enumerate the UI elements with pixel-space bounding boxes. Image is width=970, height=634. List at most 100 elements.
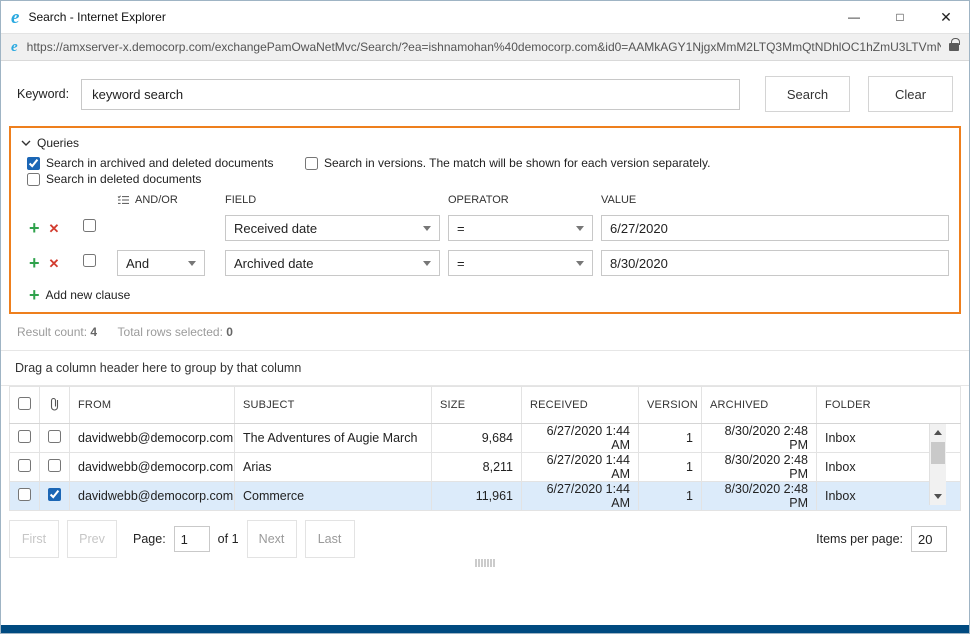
window-bottom-border	[1, 625, 969, 633]
clause-value-input[interactable]	[601, 250, 949, 276]
last-page-button[interactable]: Last	[305, 520, 355, 558]
operator-dropdown[interactable]: =	[448, 250, 593, 276]
items-per-page-label: Items per page:	[816, 532, 903, 546]
next-page-button[interactable]: Next	[247, 520, 297, 558]
column-header-folder[interactable]: FOLDER	[817, 387, 961, 424]
select-all-checkbox[interactable]	[18, 397, 31, 410]
page-icon: e	[11, 40, 18, 55]
minimize-button[interactable]: —	[831, 1, 877, 33]
rows-selected-label: Total rows selected:	[118, 325, 223, 339]
option-archived-deleted[interactable]: Search in archived and deleted documents	[27, 156, 305, 170]
keyword-search-row: Keyword: Search Clear	[1, 61, 969, 124]
page-number-input[interactable]	[174, 526, 210, 552]
queries-section-toggle[interactable]: Queries	[21, 134, 949, 154]
items-per-page-input[interactable]	[911, 526, 947, 552]
browser-window: e Search - Internet Explorer — □ ✕ e htt…	[0, 0, 970, 634]
close-button[interactable]: ✕	[923, 1, 969, 33]
option-label: Search in archived and deleted documents	[46, 156, 273, 170]
delete-clause-row-icon[interactable]: ✕	[49, 257, 60, 270]
query-options-line-1: Search in archived and deleted documents…	[27, 156, 949, 170]
versions-checkbox[interactable]	[305, 157, 318, 170]
field-dropdown[interactable]: Received date	[225, 215, 440, 241]
column-header-size[interactable]: SIZE	[432, 387, 522, 424]
operator-dropdown-value: =	[457, 256, 465, 271]
row-select-checkbox[interactable]	[18, 488, 31, 501]
chevron-down-icon	[576, 261, 584, 270]
maximize-button[interactable]: □	[877, 1, 923, 33]
operator-column-header: OPERATOR	[448, 194, 593, 206]
clause-value-input[interactable]	[601, 215, 949, 241]
cell-archived: 8/30/2020 2:48 PM	[702, 482, 817, 511]
clause-row-actions: + ✕	[29, 254, 75, 272]
row-select-checkbox[interactable]	[18, 459, 31, 472]
field-dropdown-value: Received date	[234, 221, 317, 236]
column-header-archived[interactable]: ARCHIVED	[702, 387, 817, 424]
row-attachment-checkbox[interactable]	[48, 459, 61, 472]
deleted-checkbox[interactable]	[27, 173, 40, 186]
value-column-header: VALUE	[601, 194, 949, 206]
vertical-scrollbar[interactable]	[929, 424, 946, 505]
url-text[interactable]: https://amxserver-x.democorp.com/exchang…	[27, 40, 941, 54]
resize-gripper[interactable]	[476, 559, 495, 567]
operator-dropdown-value: =	[457, 221, 465, 236]
scroll-up-button[interactable]	[930, 424, 946, 441]
table-row[interactable]: davidwebb@democorp.com The Adventures of…	[10, 424, 961, 453]
ie-logo-icon: e	[11, 8, 19, 27]
add-clause-row-icon[interactable]: +	[29, 219, 40, 237]
cell-size: 11,961	[432, 482, 522, 511]
add-new-clause-link[interactable]: + Add new clause	[29, 286, 949, 304]
cell-from: davidwebb@democorp.com	[70, 482, 235, 511]
page-of-label: of 1	[218, 532, 239, 546]
operator-dropdown[interactable]: =	[448, 215, 593, 241]
table-row[interactable]: davidwebb@democorp.com Arias 8,211 6/27/…	[10, 453, 961, 482]
add-clause-row-icon[interactable]: +	[29, 254, 40, 272]
result-count-value: 4	[90, 325, 97, 339]
lock-icon	[949, 43, 959, 51]
column-header-version[interactable]: VERSION	[639, 387, 702, 424]
column-header-from[interactable]: FROM	[70, 387, 235, 424]
field-column-header: FIELD	[225, 194, 440, 206]
andor-header-label: AND/OR	[135, 194, 178, 206]
chevron-down-icon	[423, 261, 431, 270]
cell-size: 9,684	[432, 424, 522, 453]
column-header-subject[interactable]: SUBJECT	[235, 387, 432, 424]
row-attachment-checkbox[interactable]	[48, 488, 61, 501]
queries-header-label: Queries	[37, 136, 79, 150]
paperclip-icon	[49, 397, 60, 411]
clause-select-checkbox[interactable]	[83, 219, 96, 232]
andor-dropdown[interactable]: And	[117, 250, 205, 276]
cell-size: 8,211	[432, 453, 522, 482]
clause-list-icon	[117, 195, 129, 205]
column-header-received[interactable]: RECEIVED	[522, 387, 639, 424]
page-label: Page:	[133, 532, 166, 546]
clear-button[interactable]: Clear	[868, 76, 953, 112]
keyword-label: Keyword:	[17, 87, 69, 101]
option-label: Search in deleted documents	[46, 172, 201, 186]
row-attachment-checkbox[interactable]	[48, 430, 61, 443]
queries-panel: Queries Search in archived and deleted d…	[9, 126, 961, 314]
option-versions[interactable]: Search in versions. The match will be sh…	[305, 156, 710, 170]
cell-archived: 8/30/2020 2:48 PM	[702, 453, 817, 482]
archived-deleted-checkbox[interactable]	[27, 157, 40, 170]
andor-column-header: AND/OR	[117, 194, 217, 206]
scroll-down-button[interactable]	[930, 488, 946, 505]
result-count-label: Result count:	[17, 325, 87, 339]
plus-icon: +	[29, 286, 40, 304]
prev-page-button[interactable]: Prev	[67, 520, 117, 558]
address-bar[interactable]: e https://amxserver-x.democorp.com/excha…	[1, 33, 969, 61]
first-page-button[interactable]: First	[9, 520, 59, 558]
group-by-dropzone[interactable]: Drag a column header here to group by th…	[1, 351, 969, 386]
cell-version: 1	[639, 424, 702, 453]
option-deleted[interactable]: Search in deleted documents	[27, 172, 201, 186]
keyword-input[interactable]	[81, 79, 740, 110]
scrollbar-thumb[interactable]	[931, 442, 945, 464]
cell-from: davidwebb@democorp.com	[70, 453, 235, 482]
attachment-column-header[interactable]	[40, 387, 70, 424]
delete-clause-row-icon[interactable]: ✕	[49, 222, 60, 235]
option-label: Search in versions. The match will be sh…	[324, 156, 710, 170]
table-row[interactable]: davidwebb@democorp.com Commerce 11,961 6…	[10, 482, 961, 511]
clause-select-checkbox[interactable]	[83, 254, 96, 267]
search-button[interactable]: Search	[765, 76, 850, 112]
field-dropdown[interactable]: Archived date	[225, 250, 440, 276]
row-select-checkbox[interactable]	[18, 430, 31, 443]
